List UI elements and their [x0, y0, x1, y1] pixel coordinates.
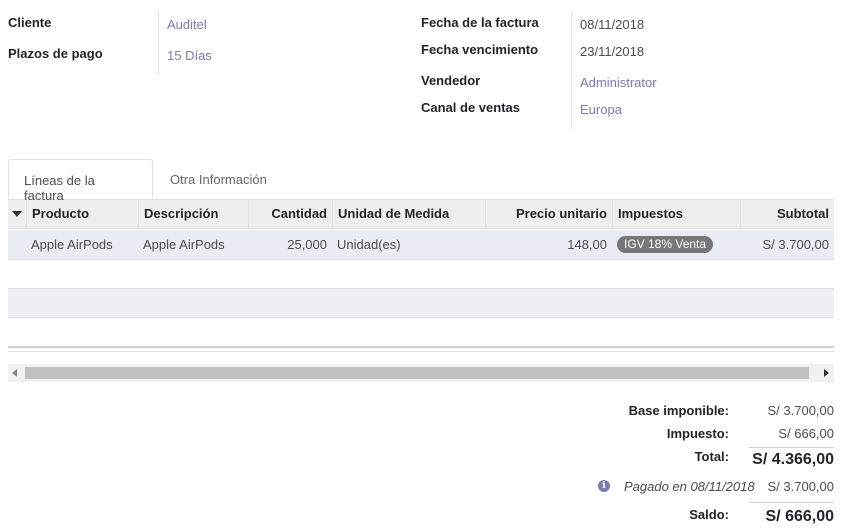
- plazos-value[interactable]: 15 Días: [167, 48, 212, 63]
- column-header-producto[interactable]: Producto: [32, 200, 89, 229]
- cell-unidad[interactable]: Unidad(es): [337, 230, 401, 259]
- table-header: Producto Descripción Cantidad Unidad de …: [8, 200, 834, 229]
- saldo-label: Saldo:: [689, 507, 729, 522]
- canal-ventas-label: Canal de ventas: [421, 100, 520, 115]
- info-icon[interactable]: i: [598, 480, 610, 492]
- base-imponible-value: S/ 3.700,00: [767, 403, 835, 418]
- total-divider: [749, 447, 834, 448]
- sort-arrow-icon[interactable]: [12, 211, 22, 217]
- right-field-divider: [571, 12, 572, 129]
- cell-cantidad[interactable]: 25,000: [254, 230, 327, 259]
- column-separator: [740, 200, 741, 229]
- impuesto-value: S/ 666,00: [778, 426, 834, 441]
- cliente-label: Cliente: [8, 15, 52, 30]
- column-header-subtotal[interactable]: Subtotal: [746, 200, 829, 229]
- tax-badge[interactable]: IGV 18% Venta: [617, 236, 714, 253]
- column-separator: [26, 200, 27, 229]
- column-header-cantidad[interactable]: Cantidad: [254, 200, 327, 229]
- payment-value: S/ 3.700,00: [767, 479, 835, 494]
- tab-lineas-factura[interactable]: Líneas de la factura: [8, 159, 153, 203]
- vendedor-label: Vendedor: [421, 73, 481, 88]
- empty-row: [8, 289, 834, 318]
- fecha-factura-label: Fecha de la factura: [421, 15, 539, 30]
- empty-row: [8, 260, 834, 289]
- column-separator: [138, 200, 139, 229]
- table-row[interactable]: Apple AirPods Apple AirPods 25,000 Unida…: [8, 230, 834, 259]
- column-header-precio[interactable]: Precio unitario: [491, 200, 607, 229]
- tab-otra-informacion[interactable]: Otra Información: [155, 159, 282, 199]
- total-value: S/ 4.366,00: [752, 451, 834, 468]
- column-header-impuestos[interactable]: Impuestos: [618, 200, 683, 229]
- row-divider: [8, 317, 834, 318]
- scrollbar-thumb[interactable]: [25, 367, 809, 379]
- cliente-value[interactable]: Auditel: [167, 17, 207, 32]
- saldo-value: S/ 666,00: [765, 508, 835, 525]
- column-separator: [332, 200, 333, 229]
- column-separator: [485, 200, 486, 229]
- payment-info: Pagado en 08/11/2018: [624, 479, 755, 494]
- scroll-left-icon[interactable]: [12, 369, 17, 377]
- cell-descripcion[interactable]: Apple AirPods: [143, 230, 225, 259]
- total-label: Total:: [694, 449, 729, 464]
- column-separator: [612, 200, 613, 229]
- fecha-vencimiento-label: Fecha vencimiento: [421, 42, 539, 57]
- cell-producto[interactable]: Apple AirPods: [31, 230, 113, 259]
- column-separator: [248, 200, 249, 229]
- fecha-factura-value: 08/11/2018: [580, 17, 645, 32]
- cell-precio[interactable]: 148,00: [491, 230, 607, 259]
- vendedor-value[interactable]: Administrator: [580, 75, 657, 90]
- column-header-unidad[interactable]: Unidad de Medida: [338, 200, 449, 229]
- canal-ventas-value[interactable]: Europa: [580, 102, 622, 117]
- saldo-divider: [749, 502, 834, 503]
- scroll-right-icon[interactable]: [824, 369, 829, 377]
- base-imponible-label: Base imponible:: [628, 403, 729, 418]
- impuesto-label: Impuesto:: [666, 426, 729, 441]
- table-footer-border: [8, 351, 834, 352]
- plazos-label: Plazos de pago: [8, 46, 103, 61]
- left-field-divider: [158, 12, 159, 75]
- cell-subtotal[interactable]: S/ 3.700,00: [746, 230, 830, 259]
- fecha-vencimiento-value: 23/11/2018: [580, 44, 645, 59]
- horizontal-scrollbar[interactable]: [8, 364, 834, 382]
- table-footer-border: [8, 346, 834, 348]
- column-header-descripcion[interactable]: Descripción: [144, 200, 218, 229]
